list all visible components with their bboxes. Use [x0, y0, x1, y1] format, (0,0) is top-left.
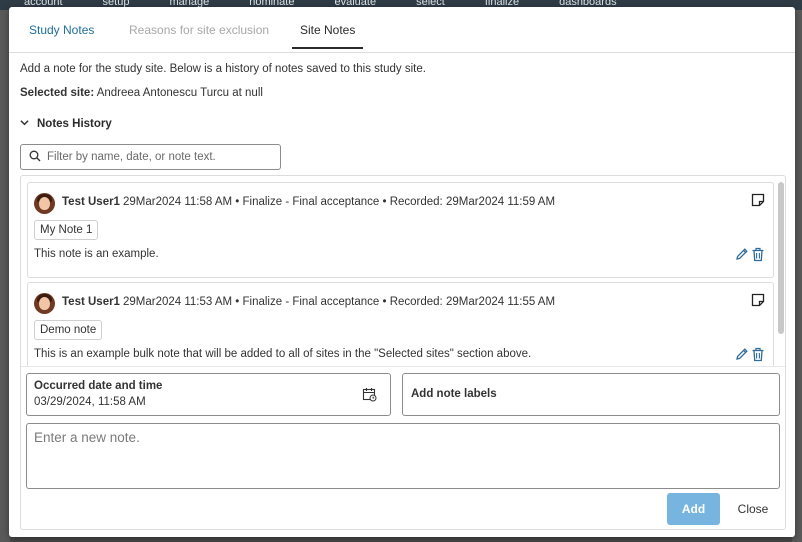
note-meta: Test User1 29Mar2024 11:58 AM • Finalize … — [62, 196, 555, 208]
avatar — [34, 193, 55, 214]
note-labels-field[interactable]: Add note labels — [402, 373, 780, 416]
sticky-note-icon — [751, 293, 765, 307]
tab-bar: Study Notes Reasons for site exclusion S… — [9, 7, 795, 53]
calendar-icon[interactable] — [362, 387, 377, 402]
trash-icon[interactable] — [751, 347, 765, 362]
note-text: This is an example bulk note that will b… — [34, 348, 532, 360]
note-text: This note is an example. — [34, 248, 159, 260]
sticky-note-icon — [751, 193, 765, 207]
site-notes-dialog: Study Notes Reasons for site exclusion S… — [9, 7, 795, 537]
search-icon — [29, 150, 41, 165]
notes-history-list[interactable]: Test User1 29Mar2024 11:58 AM • Finalize … — [21, 176, 785, 366]
note-author: Test User1 — [62, 296, 120, 308]
labels-placeholder: Add note labels — [411, 388, 497, 400]
filter-input[interactable] — [47, 151, 267, 163]
note-details: 29Mar2024 11:58 AM • Finalize - Final ac… — [122, 196, 556, 208]
tab-site-notes[interactable]: Site Notes — [292, 23, 364, 49]
note-card: Test User1 29Mar2024 11:53 AM • Finalize … — [27, 282, 774, 366]
note-label-chip: Demo note — [34, 320, 103, 340]
date-label: Occurred date and time — [34, 380, 163, 392]
notes-history-toggle[interactable]: Notes History — [20, 118, 112, 130]
close-button[interactable]: Close — [728, 493, 778, 525]
notes-history-title: Notes History — [37, 118, 112, 130]
note-label-chip: My Note 1 — [34, 220, 99, 240]
note-meta: Test User1 29Mar2024 11:53 AM • Finalize … — [62, 296, 555, 308]
new-note-textarea[interactable] — [26, 423, 780, 489]
new-note-form: Occurred date and time 03/29/2024, 11:58… — [21, 366, 785, 529]
note-author: Test User1 — [62, 196, 120, 208]
dialog-description: Add a note for the study site. Below is … — [20, 63, 426, 75]
tab-reasons-for-site-exclusion[interactable]: Reasons for site exclusion — [129, 23, 269, 47]
notes-scrollbar[interactable] — [778, 182, 784, 334]
trash-icon[interactable] — [751, 247, 765, 262]
pencil-icon[interactable] — [735, 347, 749, 361]
avatar — [34, 293, 55, 314]
notes-filter — [20, 144, 281, 170]
selected-site: Selected site: Andreea Antonescu Turcu a… — [20, 87, 263, 99]
date-value: 03/29/2024, 11:58 AM — [34, 396, 146, 408]
selected-site-label: Selected site: — [20, 87, 95, 99]
add-button[interactable]: Add — [667, 493, 720, 525]
note-card: Test User1 29Mar2024 11:58 AM • Finalize … — [27, 182, 774, 278]
selected-site-value: Andreea Antonescu Turcu at null — [96, 87, 263, 99]
notes-panel: Test User1 29Mar2024 11:58 AM • Finalize … — [20, 175, 786, 530]
pencil-icon[interactable] — [735, 247, 749, 261]
occurred-date-picker[interactable]: Occurred date and time 03/29/2024, 11:58… — [26, 373, 391, 416]
note-details: 29Mar2024 11:53 AM • Finalize - Final ac… — [122, 296, 556, 308]
tab-study-notes[interactable]: Study Notes — [29, 23, 94, 47]
chevron-down-icon — [20, 118, 29, 129]
